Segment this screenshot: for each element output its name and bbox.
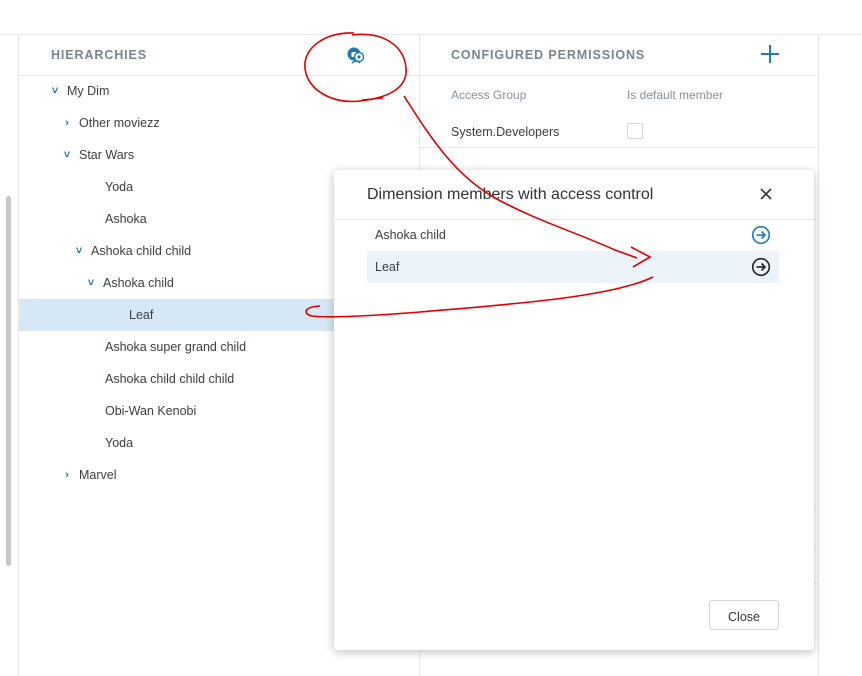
dialog-title: Dimension members with access control (367, 186, 654, 203)
default-member-column-header: Is default member (627, 88, 724, 102)
permission-access-group: System.Developers (451, 125, 560, 139)
tree-item-label: Marvel (79, 468, 117, 482)
chevron-down-icon[interactable]: ˅ (49, 85, 61, 97)
member-label: Ashoka child (375, 228, 446, 242)
hierarchies-header: HIERARCHIES (19, 35, 419, 76)
permission-row[interactable]: System.Developers (419, 115, 818, 148)
plus-icon (761, 45, 779, 63)
tree-item[interactable]: ˅ My Dim (19, 75, 419, 107)
default-member-checkbox[interactable] (627, 123, 643, 139)
dialog-header: Dimension members with access control (334, 170, 814, 220)
chevron-down-icon[interactable]: ˅ (61, 149, 73, 161)
tree-item-label: Obi-Wan Kenobi (105, 404, 197, 418)
tree-item-label: Ashoka child (103, 276, 174, 290)
tree-item[interactable]: ˅ Star Wars (19, 139, 419, 171)
tree-item-label: Other moviezz (79, 116, 160, 130)
tree-item-label: Leaf (129, 308, 154, 322)
member-label: Leaf (375, 260, 400, 274)
member-row-ashoka-child[interactable]: Ashoka child (367, 219, 779, 251)
chevron-right-icon[interactable]: › (61, 117, 73, 129)
top-bar (0, 0, 862, 35)
access-control-icon[interactable] (346, 46, 366, 64)
chevron-down-icon[interactable]: ˅ (73, 245, 85, 257)
member-row-leaf[interactable]: Leaf (367, 251, 779, 283)
tree-item-label: My Dim (67, 84, 110, 98)
tree-item-label: Yoda (105, 436, 134, 450)
permissions-title: CONFIGURED PERMISSIONS (451, 48, 646, 62)
tree-item-label: Ashoka child child (91, 244, 192, 258)
permissions-header: CONFIGURED PERMISSIONS (419, 35, 818, 76)
hierarchies-title: HIERARCHIES (51, 48, 148, 62)
arrow-circle-right-icon[interactable] (751, 257, 771, 277)
left-scrollbar[interactable] (6, 196, 11, 566)
tree-item[interactable]: › Other moviezz (19, 107, 419, 139)
tree-item-label: Ashoka (105, 212, 147, 226)
chevron-down-icon[interactable]: ˅ (85, 277, 97, 289)
close-icon[interactable] (758, 184, 774, 204)
tree-item-label: Yoda (105, 180, 134, 194)
chevron-right-icon[interactable]: › (61, 469, 73, 481)
tree-item-label: Star Wars (79, 148, 135, 162)
tree-item-label: Ashoka super grand child (105, 340, 247, 354)
access-group-column-header: Access Group (451, 88, 527, 102)
arrow-circle-right-icon[interactable] (751, 225, 771, 245)
tree-item-label: Ashoka child child child (105, 372, 235, 386)
add-permission-button[interactable] (757, 40, 783, 68)
access-control-members-dialog: Dimension members with access control As… (334, 170, 814, 650)
close-button[interactable]: Close (709, 600, 779, 630)
